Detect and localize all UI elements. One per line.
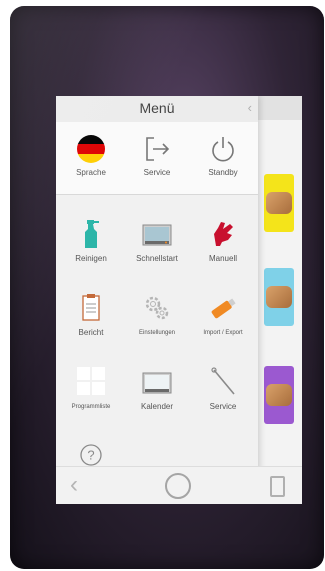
menu-item-import-export[interactable]: Import / Export (190, 292, 256, 338)
menu-item-label: Programmliste (71, 404, 111, 410)
menu-item-service[interactable]: Service (190, 366, 256, 412)
menu-title: Menü (139, 100, 175, 116)
menu-item-label: Einstellungen (138, 330, 176, 336)
side-menu: Menü ‹ Sprache Service Standby Reinigen … (56, 96, 258, 504)
menu-item-label: Schnellstart (136, 254, 178, 263)
menu-item-label: Import / Export (203, 330, 243, 336)
program-tile[interactable] (264, 174, 294, 232)
exit-arrow-icon (146, 137, 170, 161)
grid-icon (76, 366, 106, 398)
power-icon (212, 137, 234, 162)
menu-item-label: Sprache (76, 168, 106, 177)
cleaning-bottle-icon (85, 220, 99, 248)
chevron-left-icon[interactable]: ‹ (248, 100, 252, 115)
german-flag-icon (77, 135, 105, 163)
menu-item-schnellstart[interactable]: Schnellstart (124, 218, 190, 264)
menu-item-label: Service (143, 168, 171, 177)
usb-stick-icon (211, 298, 236, 319)
clipboard-icon (82, 294, 100, 321)
hand-icon (214, 222, 233, 246)
menu-item-bericht[interactable]: Bericht (58, 292, 124, 338)
device-frame: Menü ‹ Sprache Service Standby Reinigen … (10, 6, 324, 569)
menu-item-label: Reinigen (75, 254, 107, 263)
menu-item-kalender[interactable]: Kalender (124, 366, 190, 412)
oven-icon (142, 224, 172, 246)
menu-item-label: Kalender (140, 402, 174, 411)
touch-screen: Menü ‹ Sprache Service Standby Reinigen … (56, 96, 302, 504)
background-app-header (256, 96, 302, 120)
home-icon[interactable] (165, 473, 191, 499)
menu-item-label: Service (209, 402, 237, 411)
svg-text:?: ? (87, 448, 94, 463)
program-tile[interactable] (264, 268, 294, 326)
menu-item-label: Standby (208, 168, 238, 177)
menu-item-einstellungen[interactable]: Einstellungen (124, 292, 190, 338)
menu-item-reinigen[interactable]: Reinigen (58, 218, 124, 264)
menu-header: Menü ‹ (56, 96, 258, 123)
menu-top-row: Sprache Service Standby (56, 122, 258, 195)
program-tile[interactable] (264, 366, 294, 424)
navigation-bar: ‹ (56, 466, 302, 504)
menu-item-manuell[interactable]: Manuell (190, 218, 256, 264)
menu-item-standby[interactable]: Standby (190, 134, 256, 178)
menu-item-programmliste[interactable]: Programmliste (58, 366, 124, 412)
help-icon[interactable]: ? (80, 444, 102, 466)
menu-item-sprache[interactable]: Sprache (58, 134, 124, 178)
menu-item-label: Manuell (208, 254, 237, 263)
back-icon[interactable]: ‹ (70, 473, 78, 497)
menu-item-label: Bericht (78, 328, 104, 337)
calendar-screen-icon (142, 372, 172, 394)
gears-icon (145, 296, 169, 320)
wrench-icon (211, 367, 235, 395)
background-app (256, 96, 302, 504)
recent-apps-icon[interactable] (270, 476, 285, 497)
menu-item-service-top[interactable]: Service (124, 134, 190, 178)
